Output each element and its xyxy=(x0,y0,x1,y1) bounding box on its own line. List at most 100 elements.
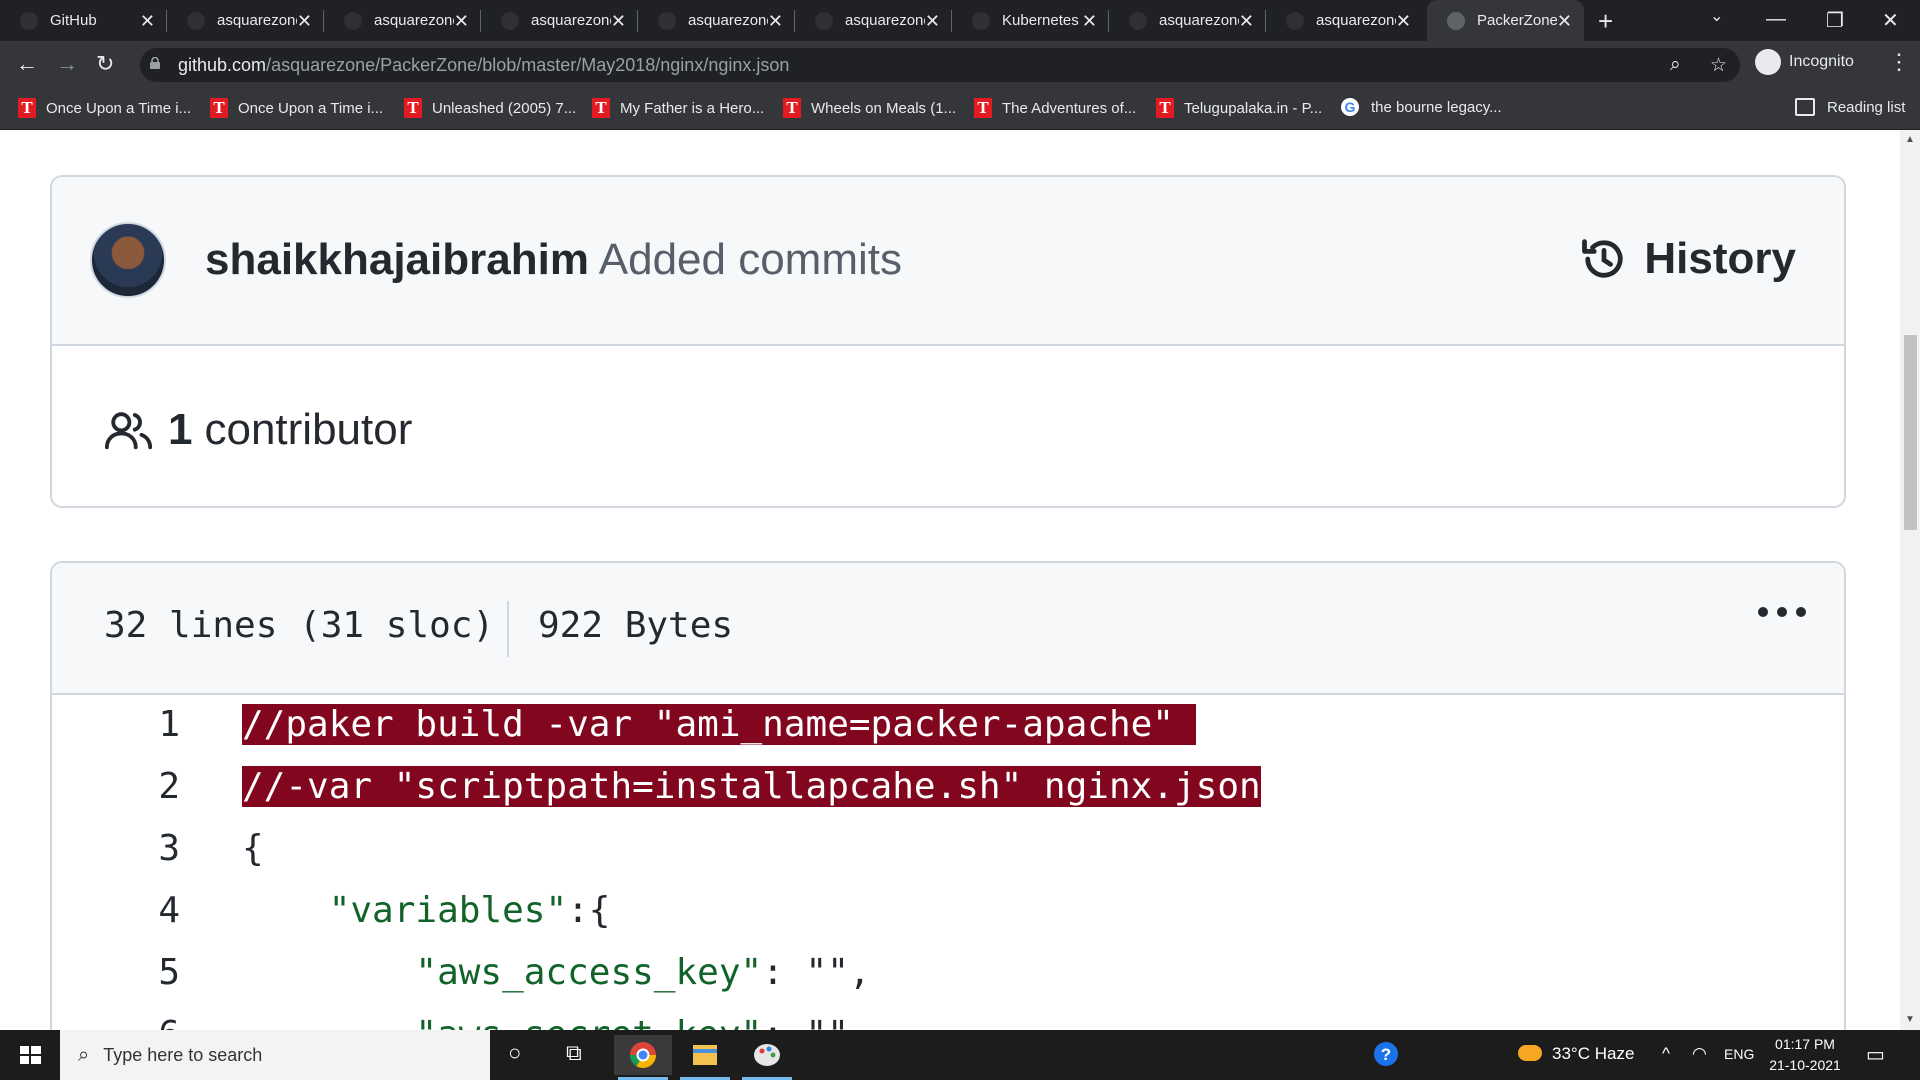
google-icon: G xyxy=(1341,98,1359,116)
browser-tab-active[interactable]: PackerZone ✕ xyxy=(1427,0,1584,41)
browser-tab[interactable]: asquarezone ✕ xyxy=(324,0,481,41)
line-number[interactable]: 2 xyxy=(112,766,180,807)
t-site-icon: T xyxy=(210,98,228,118)
url-path: /asquarezone/PackerZone/blob/master/May2… xyxy=(266,55,790,75)
line-number[interactable]: 3 xyxy=(112,828,180,869)
help-icon[interactable]: ? xyxy=(1372,1040,1400,1073)
browser-tab[interactable]: GitHub ✕ xyxy=(0,0,167,41)
code-line: 2 //-var "scriptpath=installapcahe.sh" n… xyxy=(52,757,1844,819)
contributors-link[interactable]: 1 contributor xyxy=(104,405,412,455)
browser-tab[interactable]: asquarezone ✕ xyxy=(167,0,324,41)
browser-tab[interactable]: asquarezone ✕ xyxy=(1266,0,1423,41)
bookmark-item[interactable]: T Once Upon a Time i... xyxy=(210,98,383,118)
clock[interactable]: 01:17 PM 21-10-2021 xyxy=(1760,1034,1850,1076)
tab-title: asquarezone xyxy=(531,12,611,29)
new-tab-plus-icon[interactable]: + xyxy=(1598,6,1613,37)
wifi-icon[interactable]: ◠ xyxy=(1692,1044,1707,1064)
bookmark-item[interactable]: T Telugupalaka.in - P... xyxy=(1156,98,1322,118)
bookmark-item[interactable]: T Once Upon a Time i... xyxy=(18,98,191,118)
address-bar[interactable]: github.com/asquarezone/PackerZone/blob/m… xyxy=(140,48,1740,82)
json-key: "variables" xyxy=(328,890,568,931)
t-site-icon: T xyxy=(974,98,992,118)
notifications-icon[interactable]: ▭ xyxy=(1866,1042,1885,1067)
close-tab-icon[interactable]: ✕ xyxy=(1396,11,1411,32)
bookmark-star-icon[interactable]: ☆ xyxy=(1710,54,1727,77)
back-arrow-icon[interactable]: ← xyxy=(16,51,38,77)
bookmark-item[interactable]: T The Adventures of... xyxy=(974,98,1136,118)
commit-author-link[interactable]: shaikkhajaibrahim xyxy=(205,235,589,284)
tab-title: asquarezone xyxy=(374,12,454,29)
close-window-icon[interactable]: ✕ xyxy=(1882,8,1899,33)
chrome-menu-icon[interactable]: ⋮ xyxy=(1888,49,1910,75)
reading-list-button[interactable]: Reading list xyxy=(1795,98,1905,116)
more-options-icon[interactable] xyxy=(1758,607,1806,617)
svg-text:?: ? xyxy=(1381,1045,1391,1064)
browser-tab[interactable]: Kubernetes ✕ xyxy=(952,0,1109,41)
taskbar-search-box[interactable]: ⌕ Type here to search xyxy=(60,1030,490,1080)
bookmark-label: the bourne legacy... xyxy=(1371,98,1502,116)
tab-search-chevron-icon[interactable]: ⌄ xyxy=(1710,6,1723,26)
json-punctuation: : "", xyxy=(762,952,871,993)
close-tab-icon[interactable]: ✕ xyxy=(925,11,940,32)
code-text: "variables":{ xyxy=(242,890,611,931)
author-avatar[interactable] xyxy=(90,222,166,298)
t-site-icon: T xyxy=(592,98,610,118)
zoom-magnifier-icon[interactable]: ⌕ xyxy=(1670,54,1681,76)
url-text: github.com/asquarezone/PackerZone/blob/m… xyxy=(178,55,789,76)
incognito-profile-button[interactable]: Incognito xyxy=(1755,47,1854,77)
task-view-icon[interactable]: ⧉ xyxy=(566,1040,582,1066)
line-number[interactable]: 1 xyxy=(112,704,180,745)
file-explorer-taskbar-icon[interactable] xyxy=(676,1035,734,1080)
bookmark-label: Once Upon a Time i... xyxy=(238,99,384,117)
bookmark-item[interactable]: Gthe bourne legacy... xyxy=(1341,98,1502,116)
code-line: 3 { xyxy=(52,819,1844,881)
scroll-down-arrow-icon[interactable]: ▼ xyxy=(1905,1014,1915,1025)
history-clock-icon xyxy=(1582,239,1623,278)
close-tab-icon[interactable]: ✕ xyxy=(140,11,155,32)
commit-message-link[interactable]: Added commits xyxy=(599,235,902,284)
language-indicator[interactable]: ENG xyxy=(1724,1046,1754,1062)
code-text: "aws_secret_key": "", xyxy=(242,1014,870,1030)
browser-tab[interactable]: asquarezone ✕ xyxy=(1109,0,1266,41)
bookmark-item[interactable]: T My Father is a Hero... xyxy=(592,98,764,118)
line-number[interactable]: 4 xyxy=(112,890,180,931)
chrome-taskbar-icon[interactable] xyxy=(614,1035,672,1080)
close-tab-icon[interactable]: ✕ xyxy=(1082,11,1097,32)
github-favicon-icon xyxy=(344,11,362,30)
browser-tab[interactable]: asquarezone ✕ xyxy=(481,0,638,41)
reload-icon[interactable]: ↻ xyxy=(96,51,114,77)
incognito-label: Incognito xyxy=(1789,53,1854,70)
tab-title: asquarezone xyxy=(217,12,297,29)
scroll-up-arrow-icon[interactable]: ▲ xyxy=(1905,134,1915,145)
bookmark-item[interactable]: T Unleashed (2005) 7... xyxy=(404,98,576,118)
restore-icon[interactable]: ❐ xyxy=(1826,8,1844,33)
close-tab-icon[interactable]: ✕ xyxy=(611,11,626,32)
history-button[interactable]: History xyxy=(1578,233,1796,285)
tab-title: PackerZone xyxy=(1477,12,1557,29)
tray-chevron-icon[interactable]: ^ xyxy=(1662,1044,1670,1064)
paint-taskbar-icon[interactable] xyxy=(738,1035,796,1080)
contributor-label: contributor xyxy=(204,405,413,454)
line-number[interactable]: 5 xyxy=(112,952,180,993)
close-tab-icon[interactable]: ✕ xyxy=(768,11,783,32)
page-scrollbar[interactable]: ▲ ▼ xyxy=(1900,130,1920,1030)
bookmark-item[interactable]: T Wheels on Meals (1... xyxy=(783,98,956,118)
forward-arrow-icon[interactable]: → xyxy=(56,51,78,77)
close-tab-icon[interactable]: ✕ xyxy=(1557,11,1572,32)
close-tab-icon[interactable]: ✕ xyxy=(454,11,469,32)
close-tab-icon[interactable]: ✕ xyxy=(1239,11,1254,32)
scrollbar-thumb[interactable] xyxy=(1904,335,1917,530)
close-tab-icon[interactable]: ✕ xyxy=(297,11,312,32)
browser-toolbar: ← → ↻ github.com/asquarezone/PackerZone/… xyxy=(0,41,1920,89)
cortana-circle-icon[interactable]: ○ xyxy=(508,1040,521,1066)
browser-tab[interactable]: asquarezone ✕ xyxy=(795,0,952,41)
browser-tab[interactable]: asquarezone ✕ xyxy=(638,0,795,41)
windows-start-icon[interactable] xyxy=(0,1030,60,1080)
minimize-icon[interactable]: — xyxy=(1766,8,1786,31)
weather-widget[interactable]: 33°C Haze xyxy=(1518,1044,1634,1064)
tab-title: asquarezone xyxy=(1316,12,1396,29)
line-number[interactable]: 6 xyxy=(112,1014,180,1030)
code-line: 1 //paker build -var "ami_name=packer-ap… xyxy=(52,695,1844,757)
